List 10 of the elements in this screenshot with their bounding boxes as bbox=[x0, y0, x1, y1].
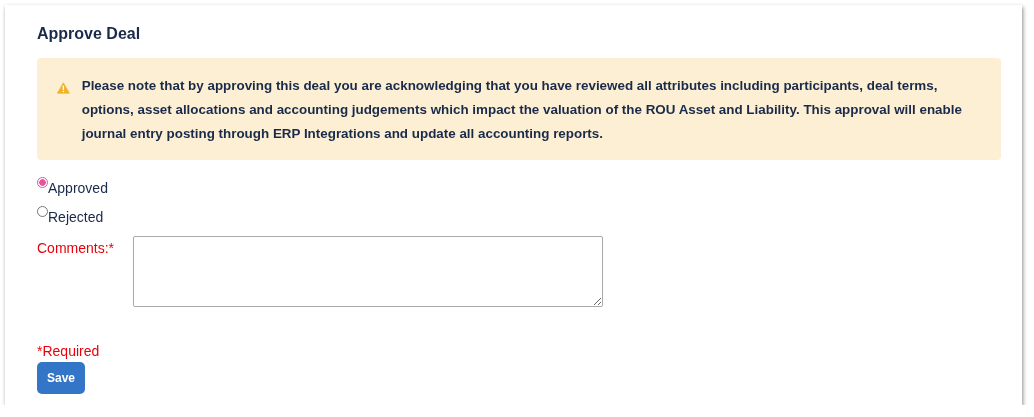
dialog-title: Approve Deal bbox=[37, 25, 142, 42]
save-button[interactable]: Save bbox=[37, 362, 85, 394]
radio-button[interactable] bbox=[37, 177, 48, 188]
radio-label[interactable]: Rejected bbox=[48, 209, 104, 225]
required-note: *Required bbox=[37, 343, 100, 359]
radio-label[interactable]: Approved bbox=[48, 180, 108, 196]
radio-button[interactable] bbox=[37, 206, 48, 217]
warning-message: Please note that by approving this deal you are acknowledging that you have reviewed all attributes including participants, deal terms, options, asset allocations and accounting judgements which impact the valuation of the ROU Asset and Liability. This approval will enable journal entry posting through ERP Integrations and update all accounting reports. bbox=[81, 77, 963, 143]
comments-label: Comments:* bbox=[37, 240, 113, 258]
comments-field[interactable] bbox=[133, 236, 603, 307]
